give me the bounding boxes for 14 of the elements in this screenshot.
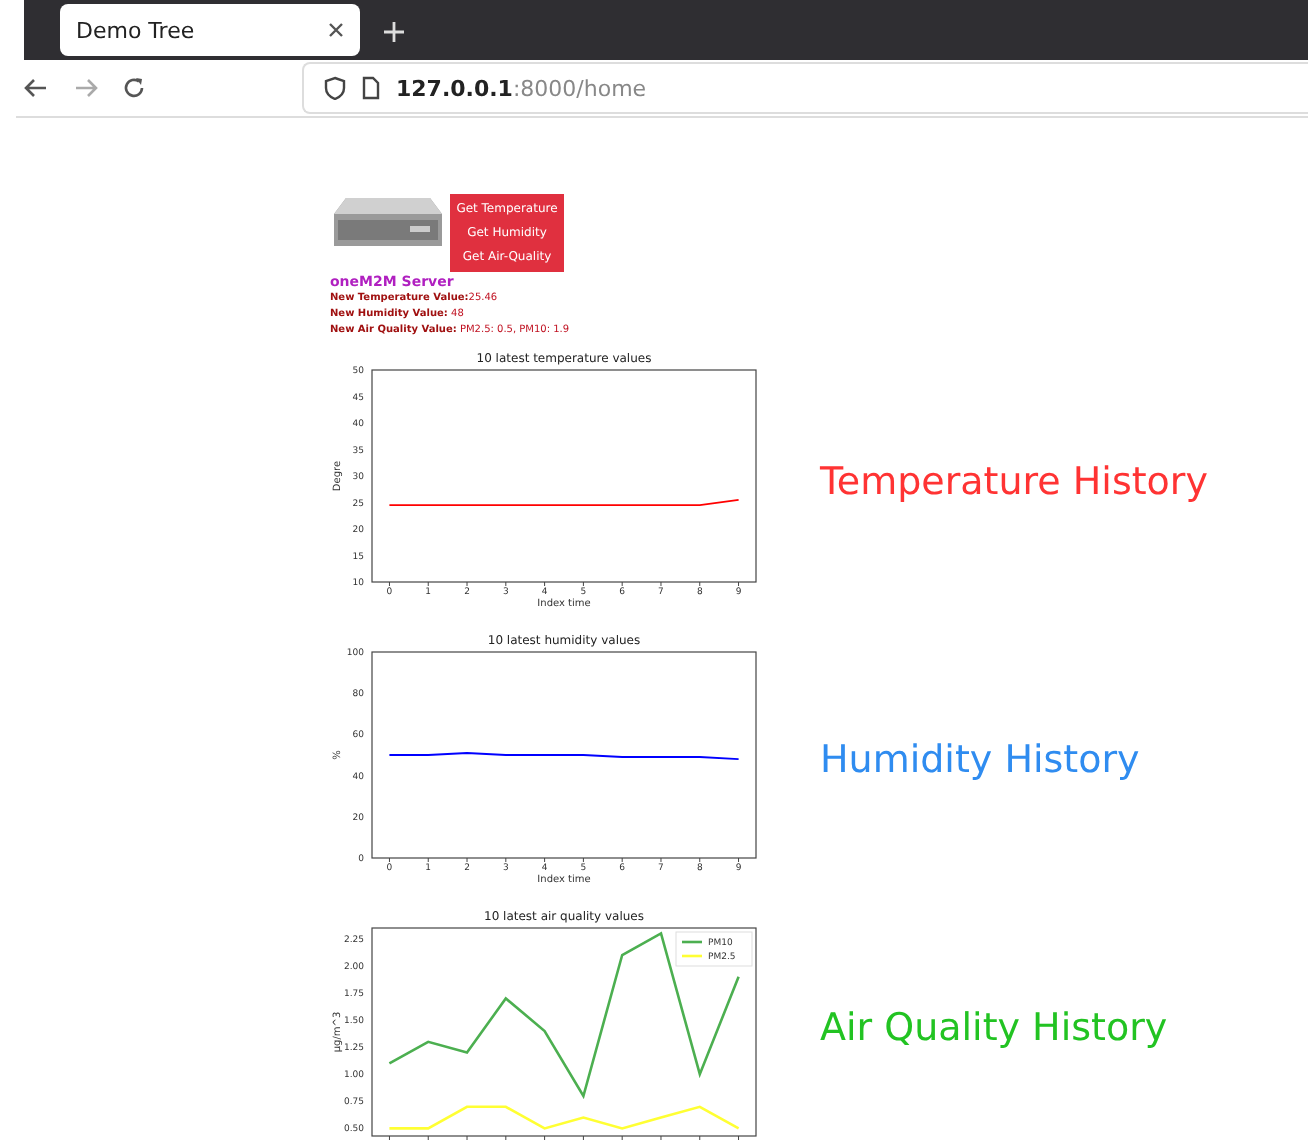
page-icon: [362, 76, 380, 100]
history-label: Air Quality History: [820, 1006, 1168, 1050]
reload-icon[interactable]: [122, 76, 146, 100]
back-icon[interactable]: [24, 78, 48, 98]
browser-tab[interactable]: Demo Tree: [60, 4, 360, 56]
plus-icon[interactable]: [384, 22, 404, 42]
tab-title: Demo Tree: [76, 17, 195, 43]
close-icon[interactable]: [328, 22, 344, 38]
history-label: Temperature History: [820, 459, 1208, 503]
history-label: Humidity History: [820, 738, 1140, 782]
shield-icon: [324, 76, 346, 100]
url-text: 127.0.0.1:8000/home: [396, 75, 647, 101]
legend: [675, 931, 753, 967]
address-field[interactable]: 127.0.0.1:8000/home: [302, 62, 1308, 114]
